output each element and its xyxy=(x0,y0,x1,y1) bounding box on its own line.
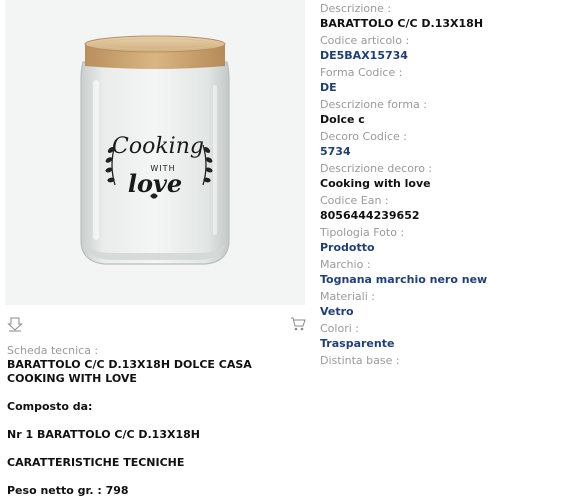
property-label: Codice articolo : xyxy=(320,34,410,47)
property-value[interactable]: Tognana marchio nero new xyxy=(320,272,556,287)
specs-heading: CARATTERISTICHE TECNICHE xyxy=(7,456,185,469)
property-value: Dolce c xyxy=(320,113,365,126)
composition-label: Composto da: xyxy=(7,400,93,413)
property-decoro-codice: Decoro Codice : 5734 xyxy=(320,130,556,162)
property-forma-codice: Forma Codice : DE xyxy=(320,66,556,98)
property-distinta-base: Distinta base : xyxy=(320,354,556,386)
jar-print-cooking: Cooking xyxy=(112,134,204,159)
property-label: Descrizione forma : xyxy=(320,98,427,111)
tech-sheet-title: BARATTOLO C/C D.13X18H DOLCE CASA COOKIN… xyxy=(7,358,252,385)
property-value[interactable]: Prodotto xyxy=(320,240,556,255)
net-weight: Peso netto gr. : 798 xyxy=(7,484,129,497)
tech-sheet-label: Scheda tecnica : xyxy=(7,344,99,357)
property-descrizione-forma: Descrizione forma : Dolce c xyxy=(320,98,556,130)
property-codice-articolo: Codice articolo : DE5BAX15734 xyxy=(320,34,556,66)
property-materiali: Materiali : Vetro xyxy=(320,290,556,322)
property-codice-ean: Codice Ean : 8056444239652 xyxy=(320,194,556,226)
property-label: Descrizione : xyxy=(320,2,392,15)
property-value[interactable]: 5734 xyxy=(320,144,556,159)
jar-illustration: Cooking WITH love xyxy=(80,35,230,265)
property-descrizione: Descrizione : BARATTOLO C/C D.13X18H xyxy=(320,2,556,34)
product-properties: Descrizione : BARATTOLO C/C D.13X18H Cod… xyxy=(320,2,556,386)
property-label: Materiali : xyxy=(320,290,375,303)
property-value[interactable]: DE xyxy=(320,80,556,95)
property-label: Decoro Codice : xyxy=(320,130,407,143)
property-label: Forma Codice : xyxy=(320,66,403,79)
property-label: Marchio : xyxy=(320,258,371,271)
property-descrizione-decoro: Descrizione decoro : Cooking with love xyxy=(320,162,556,194)
property-label: Tipologia Foto : xyxy=(320,226,405,239)
property-label: Colori : xyxy=(320,322,359,335)
property-value: 8056444239652 xyxy=(320,209,420,222)
composition-item: Nr 1 BARATTOLO C/C D.13X18H xyxy=(7,428,200,441)
property-colori: Colori : Trasparente xyxy=(320,322,556,354)
property-label: Descrizione decoro : xyxy=(320,162,433,175)
tech-sheet: Scheda tecnica : BARATTOLO C/C D.13X18H … xyxy=(7,344,307,498)
property-value: Cooking with love xyxy=(320,177,431,190)
property-value: BARATTOLO C/C D.13X18H xyxy=(320,17,484,30)
property-label: Codice Ean : xyxy=(320,194,389,207)
property-marchio: Marchio : Tognana marchio nero new xyxy=(320,258,556,290)
property-value[interactable]: Vetro xyxy=(320,304,556,319)
property-value[interactable]: DE5BAX15734 xyxy=(320,48,556,63)
property-label: Distinta base : xyxy=(320,354,400,367)
cart-icon[interactable] xyxy=(290,316,306,332)
property-tipologia-foto: Tipologia Foto : Prodotto xyxy=(320,226,556,258)
jar-print-love: love xyxy=(128,169,182,198)
product-image: Cooking WITH love xyxy=(5,0,305,305)
download-icon[interactable] xyxy=(7,316,23,332)
property-value[interactable]: Trasparente xyxy=(320,336,556,351)
